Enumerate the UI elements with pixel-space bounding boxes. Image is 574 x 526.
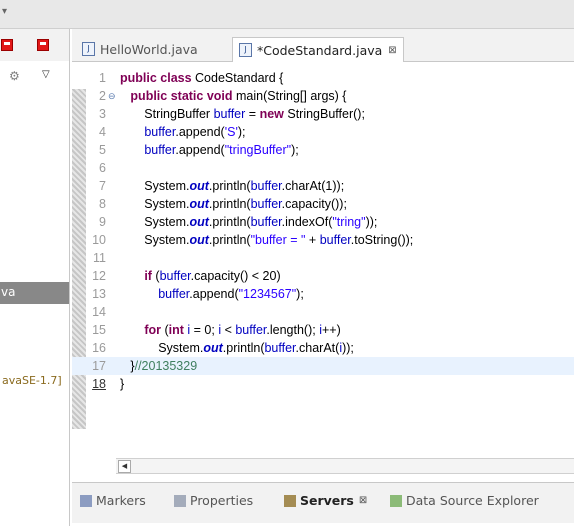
view-tab-label: Markers [96, 493, 146, 508]
line-number: 2 [99, 89, 106, 103]
code-line[interactable]: 10 System.out.println("buffer = " + buff… [72, 231, 574, 249]
left-pane: ⚙ ▽ va avaSE-1.7] [0, 29, 70, 526]
java-file-icon: J [239, 43, 252, 57]
code-text: for (int i = 0; i < buffer.length(); i++… [144, 323, 341, 337]
view-tab-data-source-explorer[interactable]: Data Source Explorer [390, 493, 539, 508]
code-line[interactable]: 6 [72, 159, 574, 177]
code-text: public static void main(String[] args) { [130, 89, 347, 103]
code-line[interactable]: 12 if (buffer.capacity() < 20) [72, 267, 574, 285]
dropdown-arrow-icon[interactable]: ▾ [2, 6, 7, 17]
code-line[interactable]: 9 System.out.println(buffer.indexOf("tri… [72, 213, 574, 231]
line-number: 13 [92, 287, 106, 301]
line-number: 5 [99, 143, 106, 157]
code-text: buffer.append('S'); [144, 125, 246, 139]
scroll-left-icon[interactable]: ◀ [118, 460, 131, 473]
line-number: 3 [99, 107, 106, 121]
view-tab-properties[interactable]: Properties [174, 493, 253, 508]
view-tab-markers[interactable]: Markers [80, 493, 146, 508]
horizontal-scrollbar[interactable]: ◀ [116, 458, 574, 474]
code-text: buffer.append("1234567"); [158, 287, 304, 301]
top-toolbar: ▾ [0, 0, 574, 29]
line-number: 11 [93, 251, 106, 265]
line-number: 4 [99, 125, 106, 139]
line-number: 8 [99, 197, 106, 211]
line-number: 16 [92, 341, 106, 355]
code-text: System.out.println(buffer.charAt(i)); [120, 341, 354, 355]
java-file-icon: J [82, 42, 95, 56]
code-text: if (buffer.capacity() < 20) [144, 269, 281, 283]
line-number: 14 [92, 305, 106, 319]
view-dropdown-icon[interactable]: ▽ [42, 69, 50, 80]
view-tab-label: Data Source Explorer [406, 493, 539, 508]
code-line[interactable]: 4 buffer.append('S'); [72, 123, 574, 141]
left-pane-header [0, 29, 69, 61]
code-line[interactable]: 11 [72, 249, 574, 267]
code-line[interactable]: 7 System.out.println(buffer.charAt(1)); [72, 177, 574, 195]
code-line[interactable]: 17 }//20135329 [72, 357, 574, 375]
editor-tab-bar: J HelloWorld.java J *CodeStandard.java ⊠ [72, 29, 574, 62]
code-text: StringBuffer buffer = new StringBuffer()… [120, 107, 365, 121]
code-line[interactable]: 16 System.out.println(buffer.charAt(i)); [72, 339, 574, 357]
code-line[interactable]: 8 System.out.println(buffer.capacity()); [72, 195, 574, 213]
servers-icon [284, 494, 296, 507]
code-text: } [120, 377, 125, 391]
code-line[interactable]: 1 public class CodeStandard { [72, 69, 574, 87]
code-line[interactable]: 14 [72, 303, 574, 321]
line-number: 9 [99, 215, 106, 229]
tab-codestandard[interactable]: J *CodeStandard.java ⊠ [232, 37, 404, 62]
data-source-icon [390, 494, 402, 507]
code-text: System.out.println("buffer = " + buffer.… [120, 233, 414, 247]
view-tab-label: Servers [300, 493, 354, 508]
line-number: 1 [99, 71, 106, 85]
line-number: 12 [92, 269, 106, 283]
jre-library-item[interactable]: avaSE-1.7] [2, 374, 62, 387]
line-number: 18 [92, 377, 106, 391]
code-text: System.out.println(buffer.charAt(1)); [120, 179, 345, 193]
fold-toggle-icon[interactable]: ⊖ [108, 87, 116, 105]
code-text: System.out.println(buffer.capacity()); [120, 197, 347, 211]
view-tab-label: Properties [190, 493, 254, 508]
bottom-view-tabs: Markers Properties Servers ⊠ Data Source Exp… [72, 482, 574, 523]
code-line[interactable]: 5 buffer.append("tringBuffer"); [72, 141, 574, 159]
properties-icon [174, 494, 186, 507]
line-number: 17 [92, 359, 106, 373]
code-text: buffer.append("tringBuffer"); [144, 143, 299, 157]
code-text: System.out.println(buffer.indexOf("tring… [120, 215, 378, 229]
line-number: 6 [99, 161, 106, 175]
code-text: public class CodeStandard { [120, 71, 284, 85]
selected-tree-item-label: va [1, 285, 16, 299]
minimize-icon[interactable] [1, 39, 13, 51]
line-number: 15 [92, 323, 106, 337]
view-tab-servers[interactable]: Servers ⊠ [284, 493, 367, 508]
selected-tree-item[interactable]: va [0, 282, 69, 304]
code-text: }//20135329 [120, 359, 198, 373]
tab-helloworld[interactable]: J HelloWorld.java [82, 38, 198, 60]
tab-label: HelloWorld.java [100, 41, 198, 57]
code-line[interactable]: 13 buffer.append("1234567"); [72, 285, 574, 303]
maximize-icon[interactable] [37, 39, 49, 51]
code-editor[interactable]: 1 public class CodeStandard { 2 ⊖ public st… [72, 62, 574, 457]
code-line[interactable]: 2 ⊖ public static void main(String[] args… [72, 87, 574, 105]
tab-label: *CodeStandard.java [257, 42, 383, 58]
code-line[interactable]: 18} [72, 375, 574, 393]
line-number: 7 [99, 179, 106, 193]
line-number: 10 [92, 233, 106, 247]
close-icon[interactable]: ⊠ [359, 495, 367, 506]
close-icon[interactable]: ⊠ [388, 45, 396, 56]
code-line[interactable]: 3 StringBuffer buffer = new StringBuffer… [72, 105, 574, 123]
code-line[interactable]: 15 for (int i = 0; i < buffer.length(); … [72, 321, 574, 339]
markers-icon [80, 494, 92, 507]
code-area[interactable]: 1 public class CodeStandard { 2 ⊖ public st… [72, 69, 574, 393]
view-menu-icon[interactable]: ⚙ [9, 69, 20, 83]
